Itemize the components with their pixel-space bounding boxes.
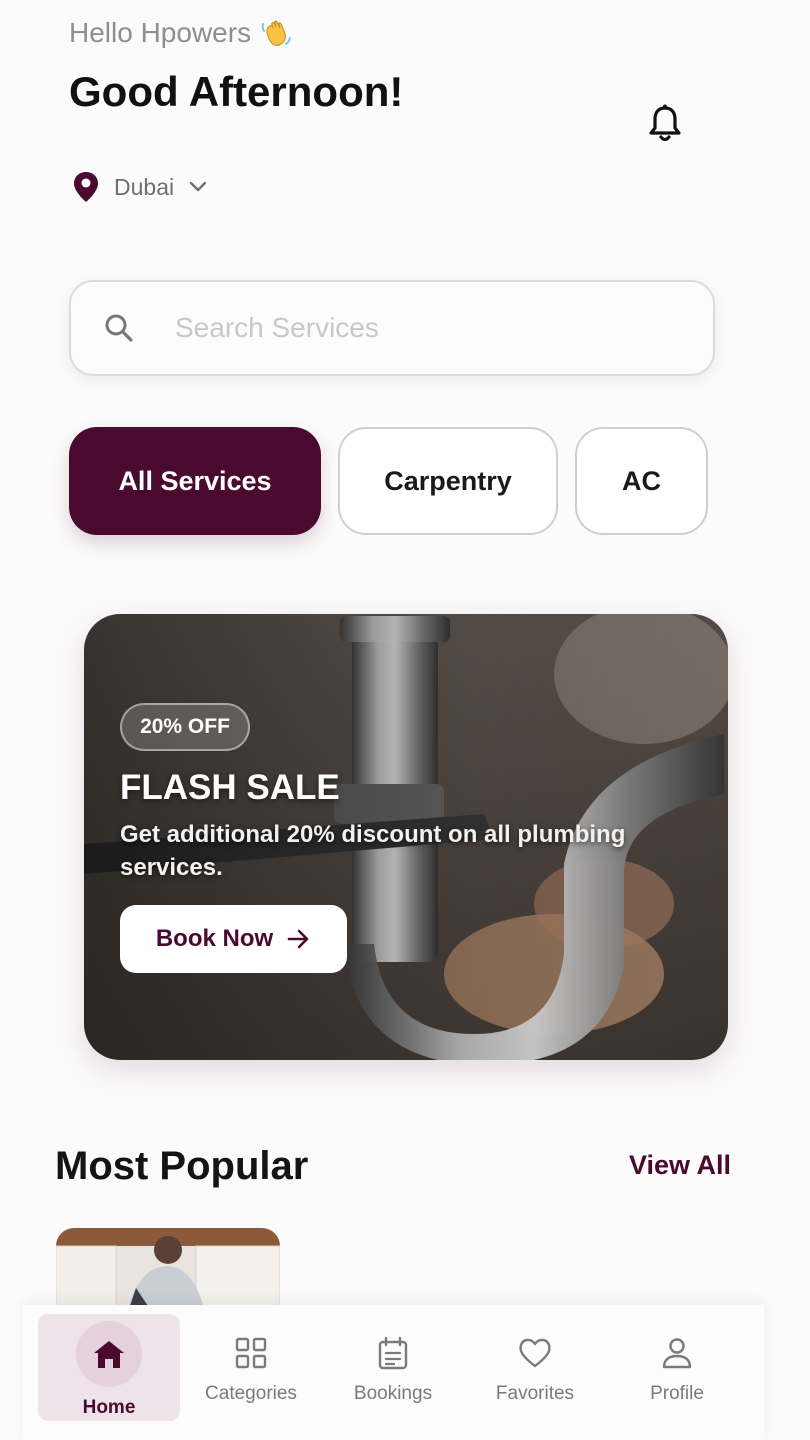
chip-ac[interactable]: AC bbox=[575, 427, 708, 535]
nav-profile[interactable]: Profile bbox=[606, 1305, 748, 1440]
search-icon bbox=[105, 314, 133, 342]
search-bar[interactable] bbox=[69, 280, 715, 376]
nav-bookings-label: Bookings bbox=[353, 1383, 433, 1404]
heart-icon bbox=[519, 1338, 551, 1368]
chip-carpentry[interactable]: Carpentry bbox=[338, 427, 558, 535]
arrow-right-icon bbox=[287, 929, 309, 949]
location-label: Dubai bbox=[114, 173, 175, 200]
home-icon-wrap bbox=[76, 1321, 142, 1387]
section-heading: Most Popular bbox=[55, 1144, 309, 1188]
map-pin-icon bbox=[74, 172, 98, 202]
calendar-icon bbox=[378, 1336, 408, 1370]
page-title: Good Afternoon! bbox=[69, 68, 404, 115]
banner-title: FLASH SALE bbox=[120, 768, 340, 807]
nav-categories[interactable]: Categories bbox=[180, 1305, 322, 1440]
location-selector[interactable]: Dubai bbox=[72, 170, 208, 204]
book-now-button[interactable]: Book Now bbox=[120, 905, 347, 973]
greeting-text: Hello Hpowers bbox=[69, 17, 252, 48]
chevron-down-icon bbox=[189, 181, 207, 192]
nav-favorites-label: Favorites bbox=[495, 1383, 575, 1404]
flash-sale-banner[interactable]: 20% OFF FLASH SALE Get additional 20% di… bbox=[84, 614, 728, 1060]
view-all-link[interactable]: View All bbox=[629, 1150, 731, 1181]
waving-hand-icon bbox=[261, 20, 292, 46]
nav-bookings[interactable]: Bookings bbox=[322, 1305, 464, 1440]
book-now-label: Book Now bbox=[155, 925, 274, 952]
nav-home-label: Home bbox=[82, 1397, 136, 1418]
search-input[interactable] bbox=[173, 311, 657, 345]
bottom-navigation: Home Categories Bookings Favorites Profi… bbox=[23, 1305, 764, 1440]
greeting: Hello Hpowers bbox=[69, 16, 293, 50]
grid-icon bbox=[235, 1337, 267, 1369]
nav-home[interactable]: Home bbox=[38, 1305, 180, 1440]
nav-favorites[interactable]: Favorites bbox=[464, 1305, 606, 1440]
nav-categories-label: Categories bbox=[205, 1383, 297, 1404]
user-icon bbox=[662, 1338, 692, 1369]
banner-description: Get additional 20% discount on all plumb… bbox=[120, 821, 626, 881]
nav-profile-label: Profile bbox=[650, 1383, 704, 1404]
bell-icon[interactable] bbox=[645, 102, 685, 146]
home-icon bbox=[94, 1341, 124, 1368]
chip-all-services[interactable]: All Services bbox=[69, 427, 321, 535]
discount-badge: 20% OFF bbox=[120, 703, 250, 751]
